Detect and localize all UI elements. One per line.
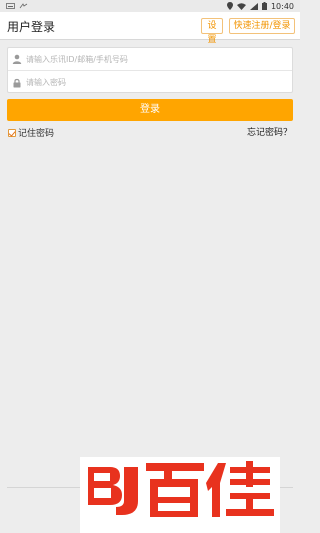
quick-register-button[interactable]: 快速注册/登录 [229,18,295,34]
page-title: 用户登录 [7,20,56,34]
status-right: 10:40 [226,1,294,11]
baijia-logo-icon [88,461,274,517]
password-row [8,71,292,94]
notification-icon [19,3,28,9]
forgot-password-link[interactable]: 忘记密码？ [247,125,292,138]
remember-password-toggle[interactable]: 记住密码 [8,126,54,139]
settings-button[interactable]: 设置 [201,18,223,45]
signal-icon [249,2,258,10]
remember-checkbox[interactable] [8,128,16,137]
keyboard-icon [6,3,15,9]
password-input[interactable] [26,78,276,87]
clock: 10:40 [270,1,294,11]
app-bar: 用户登录 设置 快速注册/登录 [0,12,300,45]
remember-label: 记住密码 [18,129,55,139]
status-bar: 10:40 [0,0,300,12]
status-left [6,3,28,9]
lock-icon [13,78,21,87]
location-icon [226,2,233,10]
username-input[interactable] [26,54,276,64]
wifi-icon [236,2,246,10]
brand-logo [80,457,280,533]
battery-icon [261,2,267,10]
username-row [8,48,292,71]
login-form [7,47,293,93]
user-icon [12,54,22,64]
login-button[interactable]: 登录 [7,99,293,121]
